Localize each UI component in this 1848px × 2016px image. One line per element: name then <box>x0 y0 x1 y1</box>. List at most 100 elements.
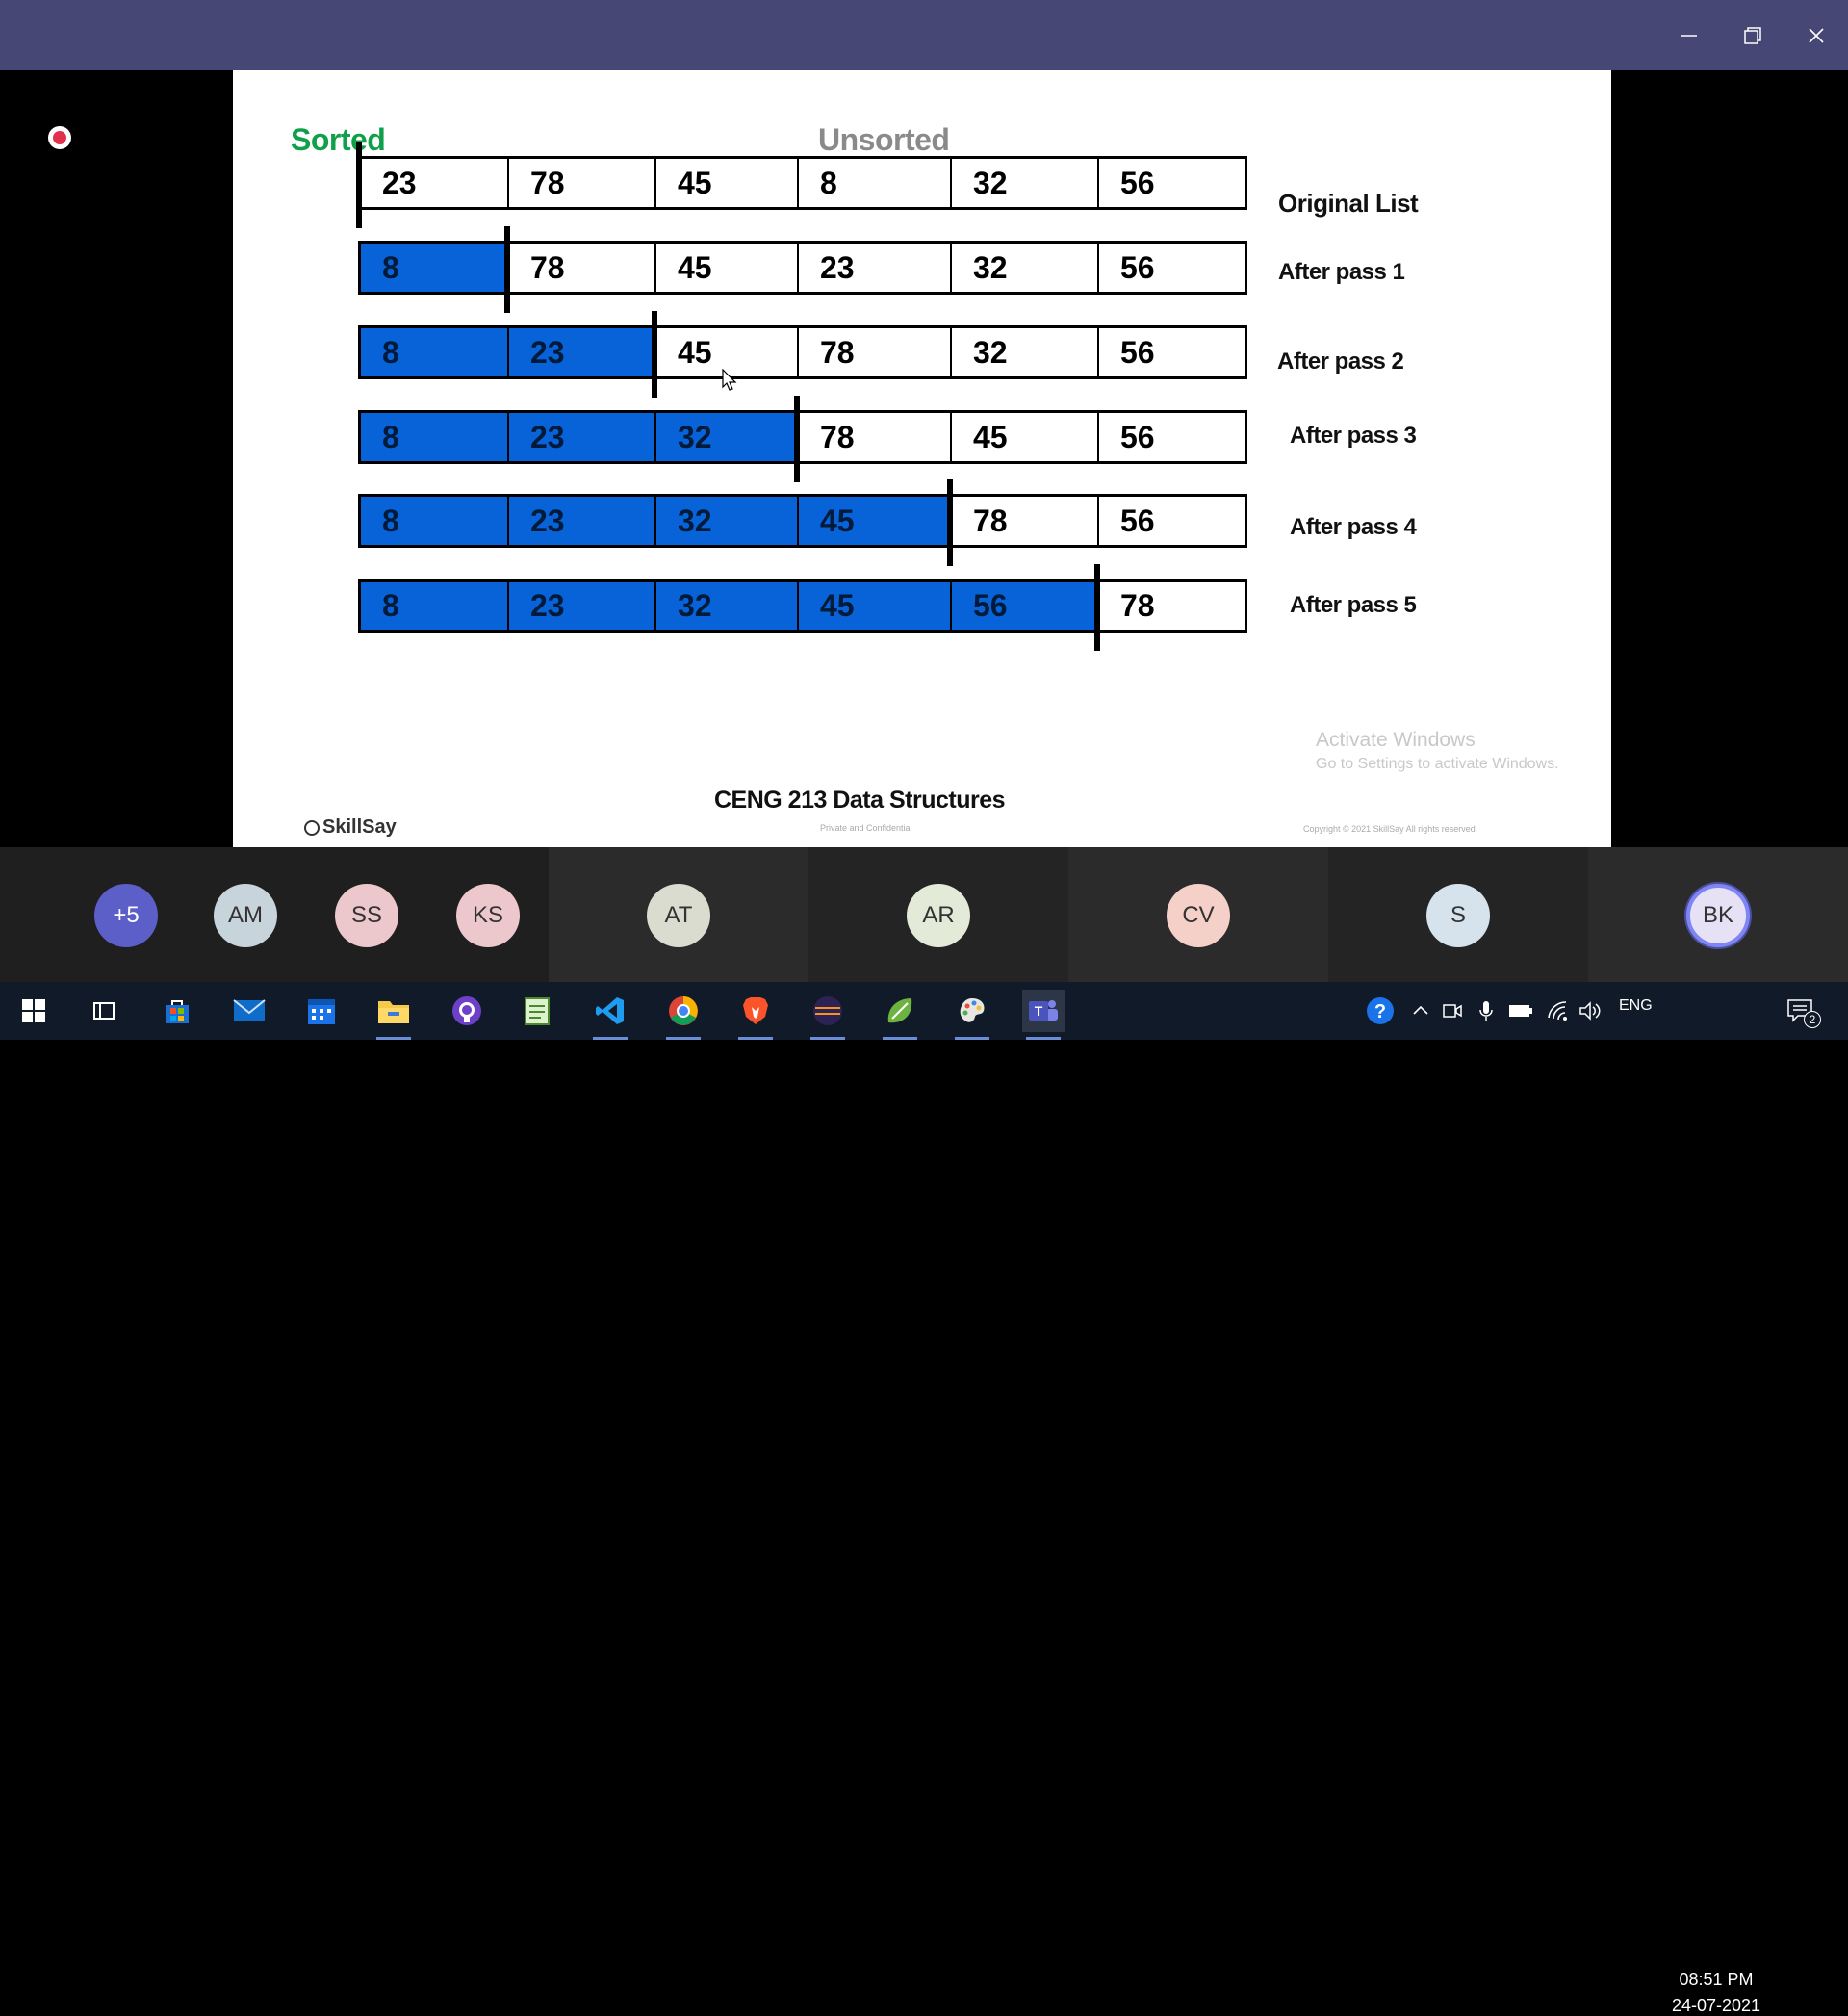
activate-windows-subtitle: Go to Settings to activate Windows. <box>1316 756 1559 772</box>
task-view-button[interactable] <box>83 990 125 1032</box>
slide-footer-private: Private and Confidential <box>820 823 912 833</box>
unsorted-cell: 56 <box>1120 249 1155 285</box>
unsorted-header: Unsorted <box>818 122 950 157</box>
github-icon <box>452 996 481 1025</box>
overflow-avatar[interactable]: +5 <box>94 884 158 947</box>
paint-button[interactable] <box>951 990 993 1040</box>
array-row: 8 23 32 45 56 78 <box>358 579 1247 633</box>
sorted-cell: 45 <box>799 582 952 630</box>
notifications-button[interactable]: 2 <box>1781 990 1823 1032</box>
unsorted-cell: 32 <box>952 159 1099 207</box>
help-tray-button[interactable]: ? <box>1359 990 1401 1032</box>
sorted-cell: 56 <box>952 582 1099 630</box>
vscode-button[interactable] <box>589 990 631 1040</box>
row-label: After pass 2 <box>1277 349 1404 375</box>
slide-footer-copyright: Copyright © 2021 SkillSay All rights res… <box>1303 824 1476 834</box>
chrome-button[interactable] <box>662 990 705 1040</box>
sorted-cell: 23 <box>509 497 656 545</box>
row-label: After pass 3 <box>1290 423 1417 449</box>
notepad-icon <box>525 997 550 1025</box>
self-avatar[interactable]: BK <box>1686 884 1750 947</box>
sorted-cell: 8 <box>361 328 509 376</box>
battery-button[interactable] <box>1500 990 1542 1032</box>
participant-tile[interactable]: CV <box>1068 847 1328 982</box>
mail-icon <box>233 999 266 1021</box>
teams-button[interactable]: T <box>1022 990 1065 1040</box>
array-row: 8 23 32 78 45 56 <box>358 410 1247 464</box>
unsorted-cell: 56 <box>1120 419 1155 454</box>
participant-tile[interactable]: AT <box>549 847 808 982</box>
file-explorer-button[interactable] <box>372 990 415 1040</box>
battery-icon <box>1509 1005 1532 1017</box>
help-icon: ? <box>1367 997 1394 1024</box>
participant-avatar[interactable]: KS <box>456 884 520 947</box>
minimize-button[interactable] <box>1657 0 1721 70</box>
task-view-icon <box>93 1002 115 1020</box>
participant-tile[interactable]: S <box>1328 847 1588 982</box>
clock-date[interactable]: 24-07-2021 <box>1668 1996 1764 2016</box>
notepad-button[interactable] <box>516 990 558 1032</box>
spring-icon <box>887 998 912 1023</box>
partition-divider <box>356 142 362 228</box>
volume-icon <box>1579 1001 1601 1021</box>
participant-avatar[interactable]: SS <box>335 884 398 947</box>
activate-windows-watermark: Activate Windows Go to Settings to activ… <box>1316 729 1559 773</box>
unsorted-cell: 23 <box>799 244 952 292</box>
unsorted-cell: 56 <box>1120 165 1155 200</box>
close-button[interactable] <box>1784 0 1848 70</box>
sorted-cell: 23 <box>509 413 656 461</box>
spring-button[interactable] <box>879 990 921 1040</box>
mail-button[interactable] <box>228 990 270 1032</box>
array-row: 8 23 32 45 78 56 <box>358 494 1247 548</box>
microphone-icon <box>1479 1001 1493 1021</box>
store-button[interactable] <box>156 990 198 1032</box>
teams-icon: T <box>1029 1000 1058 1021</box>
close-icon <box>1809 27 1824 43</box>
restore-button[interactable] <box>1721 0 1784 70</box>
windows-taskbar: T ? ENG 08:51 PM 24-07-2021 2 <box>0 982 1848 2015</box>
chrome-icon <box>669 996 698 1025</box>
window-titlebar <box>0 0 1848 70</box>
partition-divider <box>794 396 800 482</box>
array-row: 8 78 45 23 32 56 <box>358 241 1247 295</box>
sorted-cell: 23 <box>509 582 656 630</box>
participant-avatar[interactable]: AT <box>647 884 710 947</box>
svg-text:?: ? <box>1374 1001 1386 1022</box>
partition-divider <box>1094 564 1100 651</box>
language-indicator[interactable]: ENG <box>1619 997 1653 1015</box>
wifi-icon <box>1548 1001 1567 1021</box>
unsorted-cell: 45 <box>952 413 1099 461</box>
calendar-button[interactable] <box>300 990 343 1032</box>
restore-icon <box>1744 26 1761 44</box>
self-tile[interactable]: BK <box>1588 847 1848 982</box>
sorted-cell: 32 <box>656 582 799 630</box>
row-label: Original List <box>1278 189 1419 218</box>
participant-tile[interactable]: AR <box>808 847 1068 982</box>
unsorted-cell: 78 <box>952 497 1099 545</box>
clock-time[interactable]: 08:51 PM <box>1668 1970 1764 1990</box>
notification-count-badge: 2 <box>1804 1011 1821 1028</box>
brave-button[interactable] <box>734 990 777 1040</box>
eclipse-button[interactable] <box>807 990 849 1040</box>
unsorted-cell: 8 <box>799 159 952 207</box>
sorted-cell: 23 <box>509 328 656 376</box>
unsorted-cell: 78 <box>509 244 656 292</box>
unsorted-cell: 56 <box>1120 334 1155 370</box>
mouse-cursor-icon <box>722 369 737 391</box>
volume-button[interactable] <box>1569 990 1611 1032</box>
start-button[interactable] <box>13 990 55 1032</box>
sorted-cell: 45 <box>799 497 952 545</box>
participant-avatar[interactable]: CV <box>1167 884 1230 947</box>
camera-icon <box>1443 1004 1462 1018</box>
participant-avatar[interactable]: AR <box>907 884 970 947</box>
github-button[interactable] <box>446 990 488 1032</box>
participant-avatar[interactable]: AM <box>214 884 277 947</box>
participant-avatar[interactable]: S <box>1426 884 1490 947</box>
chevron-up-icon <box>1413 1005 1428 1015</box>
participant-group: +5 AM SS KS <box>0 847 549 982</box>
start-icon <box>22 999 45 1022</box>
unsorted-cell: 78 <box>799 413 952 461</box>
unsorted-cell: 78 <box>799 328 952 376</box>
store-icon <box>166 1000 189 1023</box>
unsorted-cell: 56 <box>1120 503 1155 538</box>
